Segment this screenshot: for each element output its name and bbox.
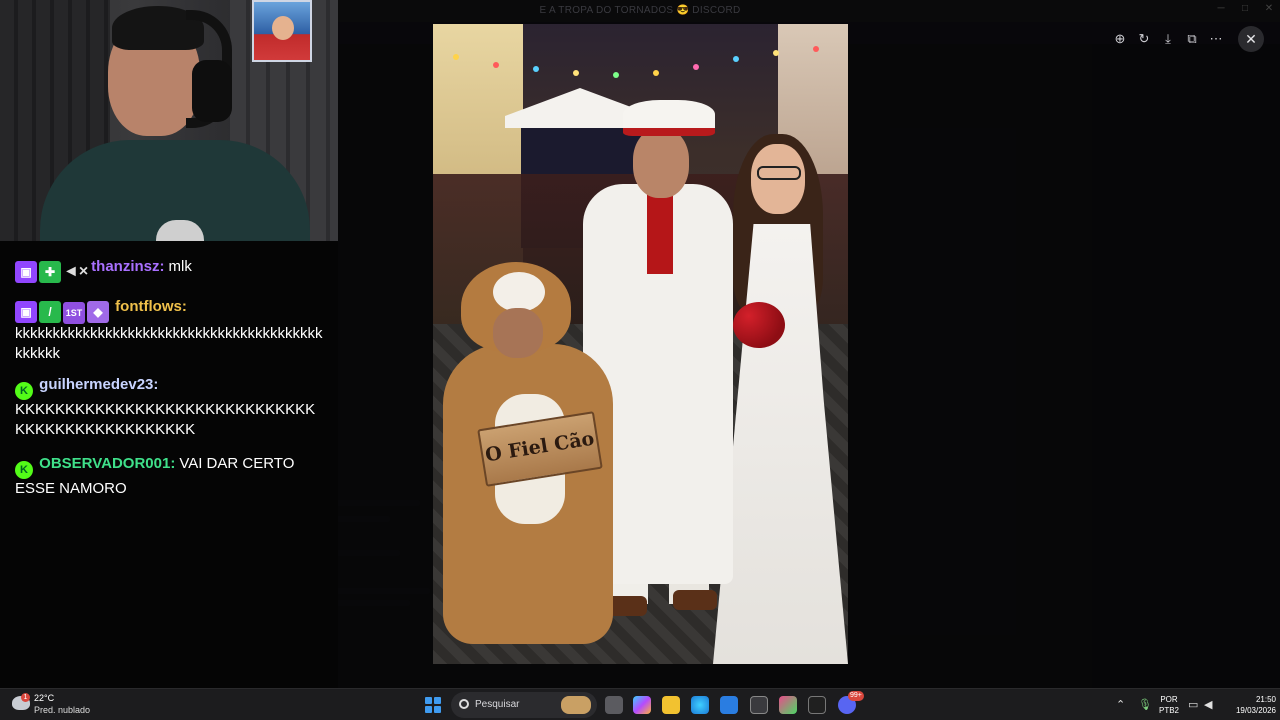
weather-widget[interactable]: 1 22°C Pred. nublado [10, 692, 130, 718]
image-sign-text: O Fiel Cão [483, 427, 596, 467]
show-hidden-icons-icon[interactable]: ⌃ [1116, 698, 1125, 711]
minimize-icon[interactable]: ─ [1214, 3, 1228, 17]
image-string-lights [433, 44, 848, 104]
taskbar-search-box[interactable]: Pesquisar [451, 692, 597, 718]
headphone-earcup [192, 60, 232, 122]
volume-icon[interactable]: ◀ [1204, 698, 1212, 711]
app-icon[interactable] [779, 696, 797, 714]
task-view-icon[interactable] [605, 696, 623, 714]
maximize-icon[interactable]: □ [1238, 3, 1252, 17]
avatar [252, 0, 312, 62]
chat-text: kkkkkkkkkkkkkkkkkkkkkkkkkkkkkkkkkkkkkkkk… [15, 325, 323, 362]
desktop-screen: E A TROPA DO TORNADOS 😎 DISCORD ─ □ ✕ ⊕ … [0, 0, 1280, 720]
keyboard-layout: PTB2 [1158, 706, 1179, 715]
chat-text: mlk [168, 258, 192, 275]
search-highlight-icon [561, 696, 591, 714]
search-placeholder: Pesquisar [475, 699, 520, 710]
kick-icon: K [15, 382, 33, 400]
viewer-close-button[interactable]: ✕ [1238, 26, 1264, 52]
windows-start-icon[interactable] [425, 697, 441, 713]
sword-badge-icon: / [39, 301, 61, 323]
badge-group: K [15, 459, 35, 479]
chat-username[interactable]: OBSERVADOR001: [39, 455, 175, 472]
weather-temperature: 22°C [34, 693, 55, 703]
image-costume-person-face [493, 308, 543, 358]
chat-username[interactable]: guilhermedev23: [39, 376, 158, 393]
open-external-icon[interactable]: ⧉ [1182, 30, 1202, 48]
image-man-hat [623, 100, 715, 136]
twitch-icon: ▣ [15, 301, 37, 323]
first-badge-icon: 1ST [63, 302, 85, 324]
taskbar: 1 22°C Pred. nublado Pesquisar 99+ ⌃ 🎙 P… [0, 688, 1280, 720]
image-dog-muzzle [493, 272, 545, 312]
chat-message: K guilhermedev23: KKKKKKKKKKKKKKKKKKKKKKK… [15, 375, 325, 440]
diamond-badge-icon: ◆ [87, 301, 109, 323]
chat-text: KKKKKKKKKKKKKKKKKKKKKKKKKKKKKKKKKKKKKKKK… [15, 401, 316, 438]
weather-forecast: Pred. nublado [34, 705, 91, 715]
image-woman-glasses [757, 166, 801, 180]
twitch-icon: ▣ [15, 261, 37, 283]
search-icon [459, 699, 469, 709]
keyboard-language[interactable]: POR PTB2 [1158, 694, 1180, 716]
badge-group: ▣ ✚ ◄× [15, 261, 89, 283]
clock-date: 19/03/2026 [1235, 706, 1276, 715]
zoom-in-icon[interactable]: ⊕ [1110, 30, 1130, 48]
image-man-red-shirt [647, 194, 673, 274]
discord-notification-badge: 99+ [848, 691, 864, 701]
chat-message: K OBSERVADOR001: VAI DAR CERTO ESSE NAMOR… [15, 454, 325, 499]
stream-chat: ▣ ✚ ◄× thanzinsz: mlk ▣/1ST ◆ fontflows: kkkk… [0, 241, 338, 688]
chrome-icon[interactable] [750, 696, 768, 714]
download-icon[interactable]: ⤓ [1158, 30, 1178, 48]
muted-icon: ◄× [63, 263, 89, 280]
avatar-face [272, 16, 294, 40]
more-icon[interactable]: ⋯ [1206, 30, 1226, 48]
chat-username[interactable]: fontflows: [115, 298, 187, 315]
kick-icon: K [15, 461, 33, 479]
clock-time: 21:50 [1255, 695, 1276, 704]
badge-group: K [15, 380, 35, 400]
image-rose-bouquet [733, 302, 785, 348]
viewed-image: O Fiel Cão [433, 24, 848, 664]
language-code: POR [1160, 695, 1178, 704]
copilot-icon[interactable] [633, 696, 651, 714]
chat-username[interactable]: thanzinsz: [91, 258, 164, 275]
chat-message: ▣ ✚ ◄× thanzinsz: mlk [15, 257, 325, 283]
store-icon[interactable] [720, 696, 738, 714]
rotate-icon[interactable]: ↻ [1134, 30, 1154, 48]
edge-browser-icon[interactable] [691, 696, 709, 714]
webcam-feed [0, 0, 338, 241]
puzzle-badge-icon: ✚ [39, 261, 61, 283]
weather-alert-badge: 1 [21, 693, 30, 702]
chat-message: ▣/1ST ◆ fontflows: kkkkkkkkkkkkkkkkkkkkkkk… [15, 297, 325, 364]
image-man-face [633, 128, 689, 198]
system-clock[interactable]: 21:50 19/03/2026 [1220, 694, 1276, 716]
image-man-shoe [673, 590, 717, 610]
notion-icon[interactable] [808, 696, 826, 714]
badge-group: ▣/1ST ◆ [15, 301, 111, 324]
network-icon[interactable]: ▭ [1188, 698, 1198, 711]
window-close-icon[interactable]: ✕ [1262, 3, 1276, 17]
file-explorer-icon[interactable] [662, 696, 680, 714]
microphone-tray-icon[interactable]: 🎙 [1138, 698, 1152, 711]
